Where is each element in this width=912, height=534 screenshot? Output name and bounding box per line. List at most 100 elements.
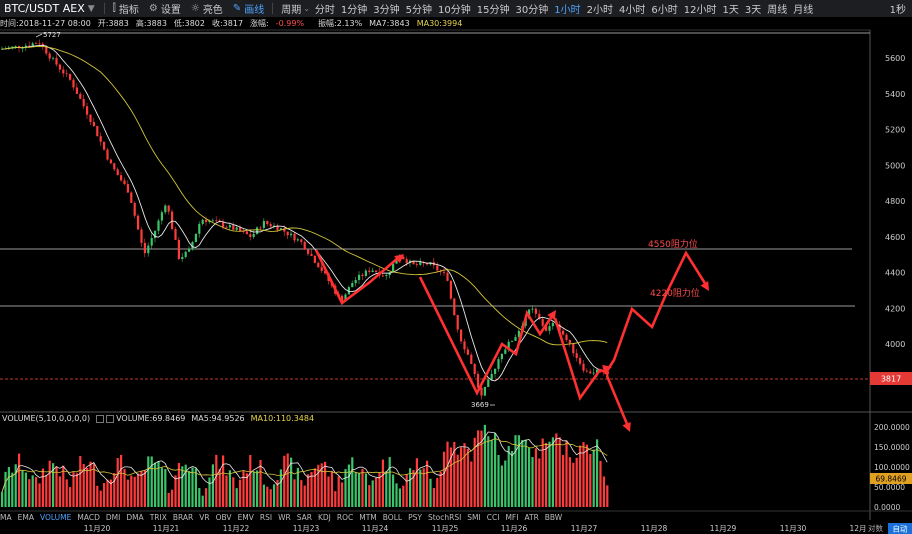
candle-body [477,373,480,388]
candle-body [354,280,357,284]
indicator-tab-bbw[interactable]: BBW [545,513,562,522]
indicator-tab-brar[interactable]: BRAR [173,513,193,522]
volume-bar [337,476,340,507]
arrow-path-4[interactable] [603,250,708,375]
indicator-tab-psy[interactable]: PSY [408,513,422,522]
candle-body [371,270,374,272]
indicator-tab-ma[interactable]: MA [0,513,12,522]
indicator-tab-macd[interactable]: MACD [77,513,99,522]
settings-icon[interactable] [96,414,105,423]
indicator-tab-mfi[interactable]: MFI [505,513,518,522]
low-marker: 3669 [471,401,495,409]
volume-bar [521,439,524,507]
ma30-line [1,45,608,346]
volume-bar [507,446,510,507]
time-tick-10: 11月30 [780,524,807,533]
indicator-tab-mtm[interactable]: MTM [359,513,377,522]
price-tick-5600: 5600 [885,54,905,63]
indicator-tab-stochrsi[interactable]: StochRSI [428,513,461,522]
high-marker-line [35,33,43,38]
indicator-tab-atr[interactable]: ATR [524,513,538,522]
candle-body [589,371,592,374]
candle-body [143,242,146,254]
volume-bar [75,473,78,507]
candle-body [103,141,106,150]
candle-body [310,253,313,256]
volume-bar [198,488,201,507]
candle-body [62,69,65,74]
indicator-tab-vr[interactable]: VR [199,513,209,522]
volume-bar [228,470,231,507]
candle-body [160,212,163,221]
volume-bar [147,456,150,507]
candle-body [52,57,55,59]
time-axis: 11月20 11月21 11月22 11月23 11月24 11月25 11月26 11月27… [84,524,867,533]
indicator-tab-boll[interactable]: BOLL [383,513,402,522]
indicator-tab-rsi[interactable]: RSI [260,513,272,522]
close-icon[interactable] [106,414,115,423]
candle-body [245,231,248,235]
indicator-tab-smi[interactable]: SMI [467,513,480,522]
volume-bar [497,455,500,507]
candle-body [150,238,153,246]
candle-body [177,239,180,260]
time-tick-4: 11月24 [362,524,389,533]
resistance-label-4550[interactable]: 4550阻力位 [648,238,698,250]
candle-body [548,326,551,331]
candle-body [463,341,466,350]
arrow-path-1[interactable] [314,249,399,305]
candle-body [96,125,99,137]
volume-bar [72,472,75,507]
volume-bar [490,440,493,507]
volume-tick-3: 50.0000 [874,483,905,492]
volume-bar [392,474,395,507]
volume-bar [385,471,388,507]
volume-ma5: MA5:94.9526 [191,414,245,423]
indicator-tab-obv[interactable]: OBV [216,513,232,522]
volume-bar [500,465,503,507]
volume-bar [106,479,109,507]
volume-bar [487,436,490,507]
candle-body [361,274,364,276]
volume-bar [262,484,265,507]
indicator-tab-roc[interactable]: ROC [337,513,353,522]
candle-body [296,239,299,241]
candle-body [259,227,262,229]
volume-bar [310,471,313,507]
indicator-tab-kdj[interactable]: KDJ [318,513,331,522]
candle-body [14,45,17,47]
auto-scale-button[interactable]: 自动 [893,524,908,534]
volume-bar [24,472,27,507]
arrow-path-5[interactable] [605,375,629,425]
indicator-tab-cci[interactable]: CCI [487,513,500,522]
volume-bar [439,471,442,507]
indicator-tab-wr[interactable]: WR [278,513,291,522]
candlestick-chart[interactable]: 5600 5400 5200 5000 4800 4600 4400 4200 4000 200… [0,0,912,534]
indicator-tab-trix[interactable]: TRIX [150,513,167,522]
ma7-line [1,44,608,382]
candle-body [55,57,58,65]
volume-bar [592,449,595,507]
volume-bar [334,491,337,507]
time-tick-0: 11月20 [84,524,111,533]
time-tick-2: 11月22 [223,524,250,533]
volume-bar [395,483,398,507]
indicator-tab-dma[interactable]: DMA [126,513,143,522]
indicator-tab-volume[interactable]: VOLUME [40,513,71,522]
volume-bar [599,460,602,507]
volume-bar [4,471,7,507]
candle-body [130,192,133,203]
indicator-tab-emv[interactable]: EMV [238,513,254,522]
volume-bar [113,473,116,507]
resistance-label-4220[interactable]: 4220阻力位 [650,287,700,299]
log-scale-toggle[interactable]: 对数 [868,523,883,533]
indicator-tab-ema[interactable]: EMA [18,513,34,522]
volume-bar [96,485,99,507]
volume-bar [398,488,401,507]
price-tick-4800: 4800 [885,197,905,206]
indicator-tab-dmi[interactable]: DMI [106,513,120,522]
volume-bars [1,424,609,507]
indicator-tab-sar[interactable]: SAR [297,513,312,522]
candle-body [562,330,565,335]
volume-bar [562,454,565,507]
